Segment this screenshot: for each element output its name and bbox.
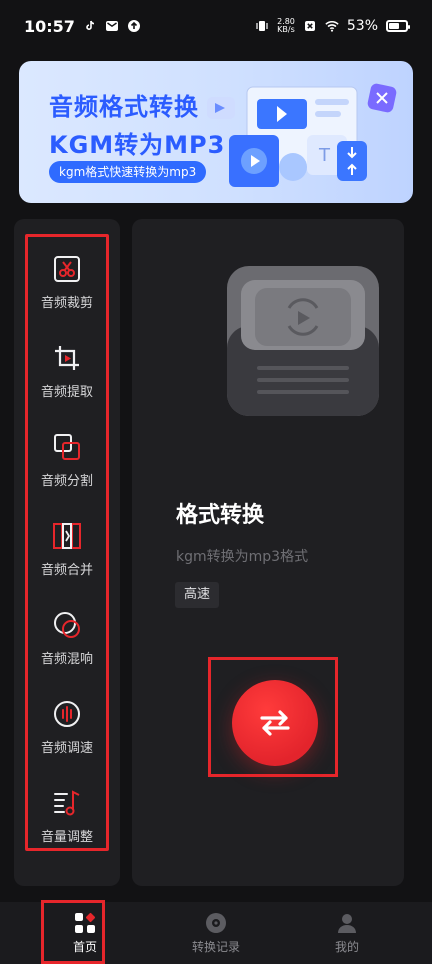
merge-bars-icon <box>53 523 81 549</box>
close-box-icon <box>303 19 317 33</box>
tool-label: 音量调整 <box>40 830 93 845</box>
format-convert-card: 格式转换 kgm转换为mp3格式 高速 <box>132 219 404 886</box>
crop-icon <box>55 346 79 370</box>
battery-icon <box>386 20 410 32</box>
vibrate-icon <box>255 19 269 33</box>
net-speed: 2.80 KB/s <box>277 18 295 34</box>
tiktok-icon <box>83 19 97 33</box>
tool-audio-speed[interactable]: 音频调速 <box>14 699 120 773</box>
svg-text:T: T <box>318 145 331 166</box>
tool-audio-reverb[interactable]: 音频混响 <box>14 610 120 684</box>
card-title: 格式转换 <box>176 503 265 528</box>
disc-icon <box>206 912 226 933</box>
bottom-nav: 首页 转换记录 我的 <box>0 902 432 964</box>
wifi-icon <box>325 19 339 33</box>
overlap-circles-icon <box>54 612 80 638</box>
grid-home-icon <box>75 912 96 933</box>
upload-icon <box>127 19 141 33</box>
status-left: 10:57 <box>24 17 141 36</box>
tools-panel: 音频裁剪 音频提取 音频分割 音频合并 音频混响 音频调速 音量调整 <box>14 219 120 886</box>
battery-percent: 53% <box>346 18 378 34</box>
status-right: 2.80 KB/s 53% <box>255 18 410 34</box>
speed-badge: 高速 <box>175 582 220 608</box>
mail-icon <box>105 19 119 33</box>
status-time: 10:57 <box>24 16 75 36</box>
nav-home-label: 首页 <box>72 939 97 954</box>
nav-profile-label: 我的 <box>334 939 359 954</box>
tool-label: 音频分割 <box>40 474 93 489</box>
music-note-list-icon <box>54 790 80 816</box>
tool-label: 音频合并 <box>40 563 93 578</box>
waveform-circle-icon <box>54 701 80 727</box>
banner-title-line2: KGM转为MP3 <box>49 131 226 159</box>
tool-label: 音频提取 <box>40 385 93 400</box>
start-convert-button[interactable] <box>232 680 318 766</box>
tool-label: 音频裁剪 <box>40 296 93 311</box>
tool-audio-split[interactable]: 音频分割 <box>14 432 120 506</box>
nav-profile[interactable]: 我的 <box>292 902 402 964</box>
card-subtitle: kgm转换为mp3格式 <box>176 549 309 565</box>
banner-title-line1: 音频格式转换 <box>49 93 199 121</box>
swap-arrows-icon <box>260 710 290 736</box>
banner-illustration-icon: T <box>207 83 397 187</box>
tool-audio-extract[interactable]: 音频提取 <box>14 343 120 417</box>
promo-banner[interactable]: 音频格式转换 KGM转为MP3 kgm格式快速转换为mp3 T <box>19 61 413 203</box>
tool-volume-adjust[interactable]: 音量调整 <box>14 788 120 862</box>
nav-history[interactable]: 转换记录 <box>161 902 271 964</box>
tool-audio-trim[interactable]: 音频裁剪 <box>14 254 120 328</box>
nav-home[interactable]: 首页 <box>30 902 140 964</box>
scissors-icon <box>54 256 80 282</box>
tool-label: 音频混响 <box>40 652 93 667</box>
split-squares-icon <box>54 434 80 460</box>
net-speed-unit: KB/s <box>277 25 295 34</box>
banner-pill: kgm格式快速转换为mp3 <box>49 161 207 183</box>
convert-document-icon <box>227 266 379 416</box>
user-icon <box>338 913 356 933</box>
nav-history-label: 转换记录 <box>191 939 240 954</box>
status-bar: 10:57 2.80 KB/s 53% <box>0 0 432 52</box>
tool-audio-merge[interactable]: 音频合并 <box>14 521 120 595</box>
tool-label: 音频调速 <box>40 741 93 756</box>
